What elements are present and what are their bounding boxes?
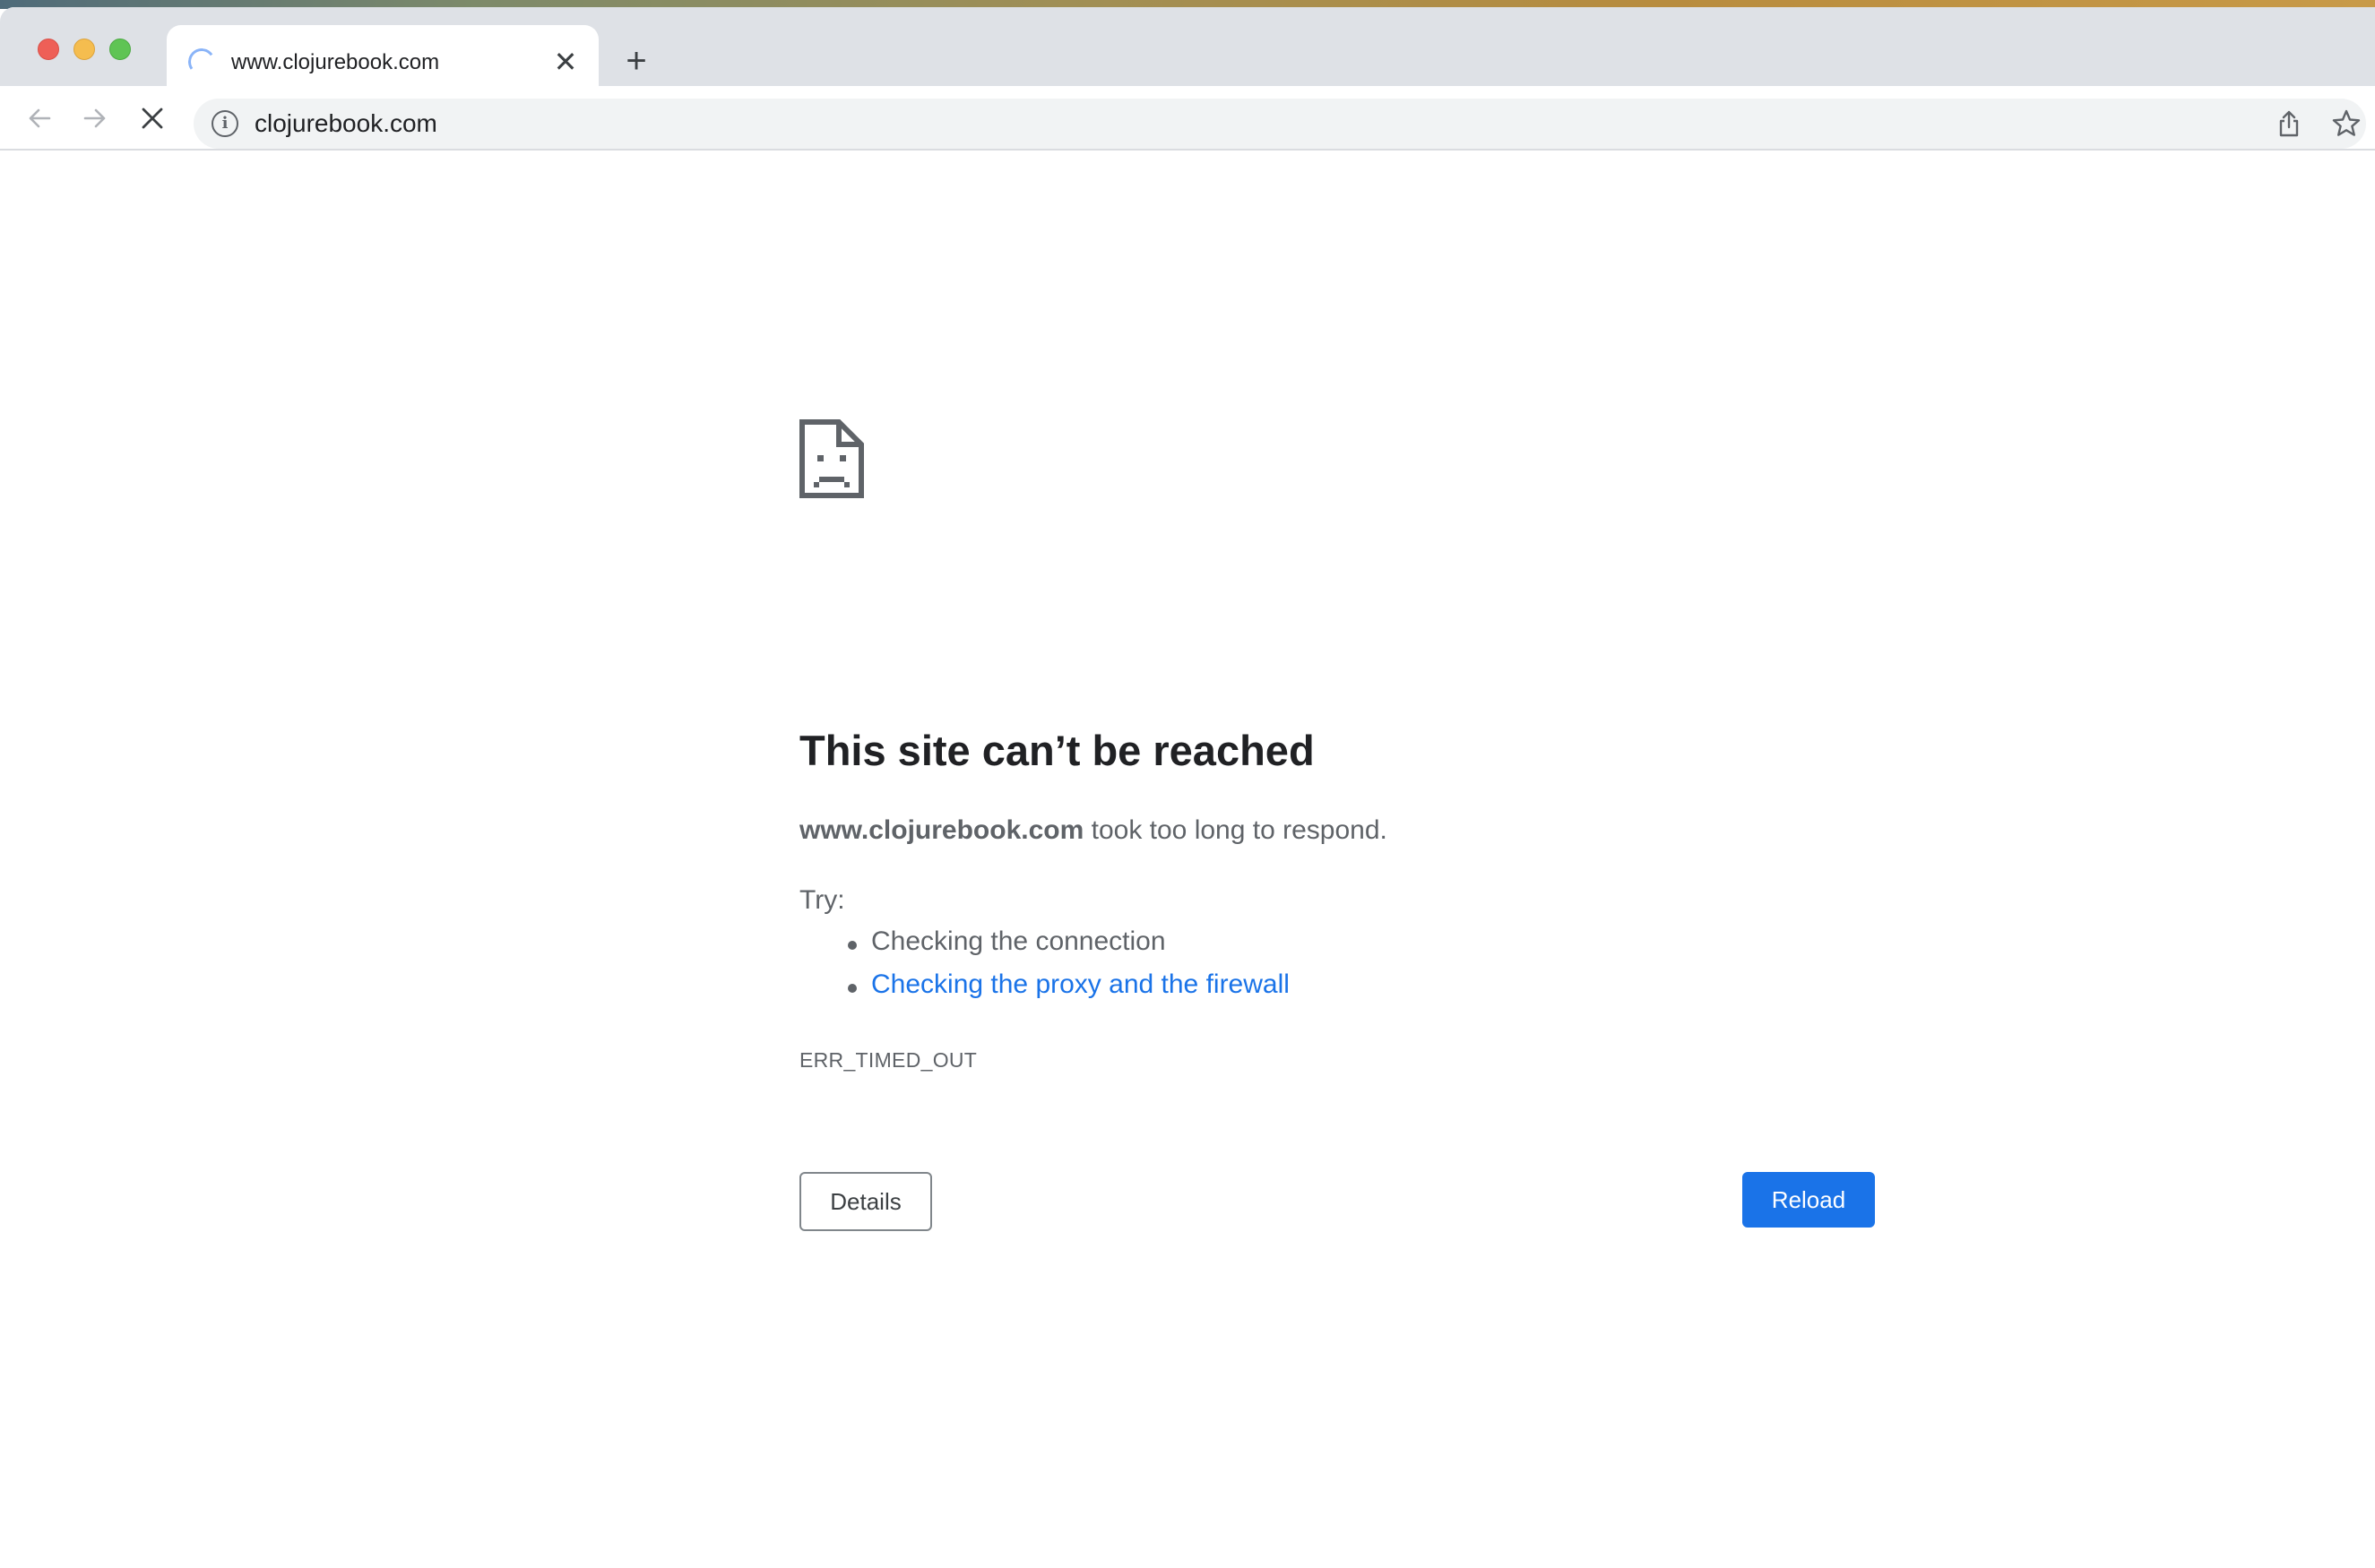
stop-loading-button[interactable] xyxy=(131,97,174,140)
suggestion-item: Checking the connection xyxy=(799,926,1290,969)
try-label: Try: xyxy=(799,885,845,915)
suggestion-item: Checking the proxy and the firewall xyxy=(799,969,1290,1012)
tab-strip: www.clojurebook.com ✕ + xyxy=(0,7,2375,97)
error-code: ERR_TIMED_OUT xyxy=(799,1048,978,1072)
loading-spinner-icon xyxy=(186,46,218,78)
tab-title: www.clojurebook.com xyxy=(231,50,440,74)
error-description-text: took too long to respond. xyxy=(1084,815,1387,845)
site-info-icon[interactable]: i xyxy=(212,110,238,137)
back-arrow-icon xyxy=(29,108,51,128)
suggestion-list: Checking the connection Checking the pro… xyxy=(799,926,1290,1012)
new-tab-button[interactable]: + xyxy=(618,43,654,79)
minimize-window-button[interactable] xyxy=(73,39,95,60)
address-bar[interactable]: i clojurebook.com xyxy=(194,99,2366,149)
reload-button[interactable]: Reload xyxy=(1742,1172,1875,1228)
bookmark-star-icon[interactable] xyxy=(2330,108,2362,140)
browser-window: www.clojurebook.com ✕ + i clojurebook.co… xyxy=(0,7,2375,1568)
close-window-button[interactable] xyxy=(38,39,59,60)
sad-page-icon xyxy=(799,419,864,498)
forward-button[interactable] xyxy=(73,97,117,140)
browser-toolbar: i clojurebook.com xyxy=(0,86,2375,151)
address-bar-url[interactable]: clojurebook.com xyxy=(255,109,437,138)
fullscreen-window-button[interactable] xyxy=(109,39,131,60)
suggestion-text: Checking the connection xyxy=(871,926,1166,956)
forward-arrow-icon xyxy=(83,108,106,128)
stop-loading-icon xyxy=(142,108,163,129)
proxy-firewall-link[interactable]: Checking the proxy and the firewall xyxy=(871,969,1290,999)
error-description: www.clojurebook.com took too long to res… xyxy=(799,815,1387,846)
back-button[interactable] xyxy=(18,97,61,140)
tab-close-icon[interactable]: ✕ xyxy=(552,47,579,76)
error-page: This site can’t be reached www.clojurebo… xyxy=(0,152,2375,1568)
error-host: www.clojurebook.com xyxy=(799,815,1084,845)
share-icon[interactable] xyxy=(2273,108,2305,140)
error-title: This site can’t be reached xyxy=(799,727,1315,774)
details-button[interactable]: Details xyxy=(799,1172,932,1231)
